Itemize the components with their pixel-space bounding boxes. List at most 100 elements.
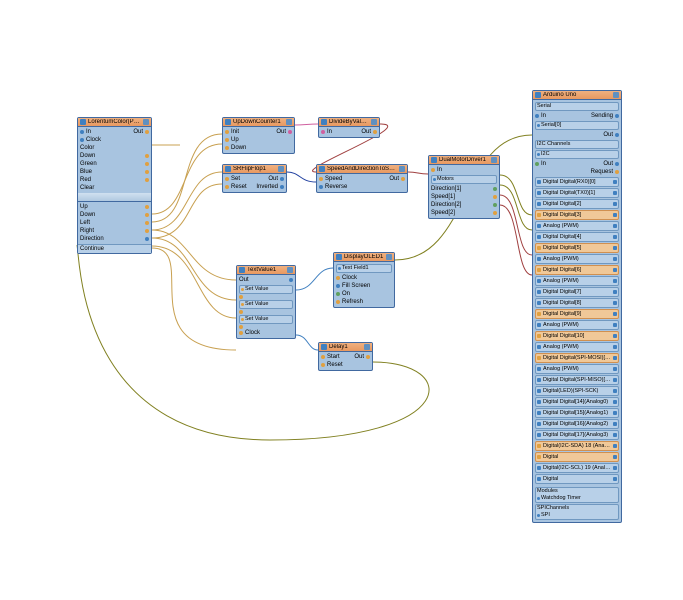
pin-icon[interactable] — [613, 202, 617, 206]
pin-icon[interactable] — [613, 411, 617, 415]
node-arduino-uno[interactable]: Arduino Uno Serial InSending Serial[0] O… — [532, 90, 622, 523]
pin-icon[interactable] — [537, 345, 541, 349]
settings-icon[interactable] — [386, 254, 392, 260]
output-pin[interactable] — [401, 177, 405, 181]
pin-icon[interactable] — [537, 235, 541, 239]
node-delay[interactable]: Delay1 StartOut Reset — [318, 342, 373, 371]
input-pin[interactable] — [239, 295, 243, 299]
pin-icon[interactable] — [613, 466, 617, 470]
input-pin[interactable] — [319, 185, 323, 189]
pin-icon[interactable] — [613, 477, 617, 481]
arduino-digital-row[interactable]: Analog (PWM) — [535, 364, 619, 374]
pin-icon[interactable] — [537, 422, 541, 426]
input-pin[interactable] — [225, 138, 229, 142]
arduino-digital-row[interactable]: Digital — [535, 474, 619, 484]
arduino-digital-row[interactable]: Digital Digital[7] — [535, 287, 619, 297]
pin-icon[interactable] — [537, 433, 541, 437]
input-pin[interactable] — [336, 276, 340, 280]
pin-icon[interactable] — [613, 312, 617, 316]
pin-icon[interactable] — [537, 246, 541, 250]
pin-icon[interactable] — [613, 422, 617, 426]
output-pin[interactable] — [280, 185, 284, 189]
arduino-digital-row[interactable]: Digital Digital[14](Analog0) — [535, 397, 619, 407]
settings-icon[interactable] — [491, 157, 497, 163]
arduino-digital-row[interactable]: Digital Digital[3] — [535, 210, 619, 220]
pin-icon[interactable] — [537, 378, 541, 382]
pin-icon[interactable] — [613, 180, 617, 184]
settings-icon[interactable] — [286, 119, 292, 125]
settings-icon[interactable] — [143, 119, 149, 125]
pin-icon[interactable] — [613, 323, 617, 327]
input-pin[interactable] — [321, 355, 325, 359]
input-pin[interactable] — [336, 284, 340, 288]
pin-icon[interactable] — [613, 246, 617, 250]
pin-icon[interactable] — [613, 224, 617, 228]
arduino-digital-row[interactable]: Digital Digital(SPI-MOSI)[11] — [535, 353, 619, 363]
arduino-digital-row[interactable]: Analog (PWM) — [535, 320, 619, 330]
input-pin[interactable] — [225, 146, 229, 150]
pin-icon[interactable] — [613, 213, 617, 217]
input-pin[interactable] — [336, 300, 340, 304]
arduino-digital-row[interactable]: Digital(I2C-SCL) 19 (Analog5) — [535, 463, 619, 473]
output-pin[interactable] — [145, 237, 149, 241]
pin-icon[interactable] — [537, 444, 541, 448]
arduino-digital-row[interactable]: Digital Digital[15](Analog1) — [535, 408, 619, 418]
output-pin[interactable] — [615, 114, 619, 118]
input-pin[interactable] — [239, 310, 243, 314]
output-pin[interactable] — [145, 170, 149, 174]
output-pin[interactable] — [493, 187, 497, 191]
pin-icon[interactable] — [537, 290, 541, 294]
settings-icon[interactable] — [364, 344, 370, 350]
pin-icon[interactable] — [537, 213, 541, 217]
arduino-digital-row[interactable]: Digital Digital(RX0)[0] — [535, 177, 619, 187]
diagram-canvas[interactable]: LorentumColor(Pixmap)1 InOut Clock Color… — [0, 0, 683, 600]
pin-icon[interactable] — [537, 466, 541, 470]
arduino-digital-row[interactable]: Digital — [535, 452, 619, 462]
pin-icon[interactable] — [613, 301, 617, 305]
pin-icon[interactable] — [613, 334, 617, 338]
output-pin[interactable] — [493, 211, 497, 215]
arduino-digital-row[interactable]: Digital Digital(TX0)[1] — [535, 188, 619, 198]
pin-icon[interactable] — [537, 389, 541, 393]
arduino-digital-row[interactable]: Digital Digital[9] — [535, 309, 619, 319]
arduino-digital-row[interactable]: Analog (PWM) — [535, 221, 619, 231]
settings-icon[interactable] — [278, 166, 284, 172]
input-pin[interactable] — [321, 363, 325, 367]
pin-icon[interactable] — [613, 191, 617, 195]
node-sr-flipflop[interactable]: SRFlipFlop1 SetOut ResetInverted — [222, 164, 287, 193]
arduino-digital-row[interactable]: Digital(I2C-SDA) 18 (Analog4) — [535, 441, 619, 451]
input-pin[interactable] — [225, 130, 229, 134]
node-display-oled[interactable]: DisplayOLED1 Text Field1 Clock Fill Scre… — [333, 252, 395, 308]
output-pin[interactable] — [289, 278, 293, 282]
pin-icon[interactable] — [537, 323, 541, 327]
output-pin[interactable] — [145, 213, 149, 217]
pin-icon[interactable] — [537, 477, 541, 481]
output-pin[interactable] — [145, 229, 149, 233]
arduino-digital-row[interactable]: Digital Digital[17](Analog3) — [535, 430, 619, 440]
pin-icon[interactable] — [613, 257, 617, 261]
pin-icon[interactable] — [613, 389, 617, 393]
input-pin[interactable] — [535, 162, 539, 166]
pin-icon[interactable] — [613, 290, 617, 294]
output-pin[interactable] — [145, 178, 149, 182]
settings-icon[interactable] — [399, 166, 405, 172]
pin-icon[interactable] — [537, 411, 541, 415]
node-updown-counter[interactable]: UpDownCounter1 InitOut Up Down — [222, 117, 295, 154]
output-pin[interactable] — [288, 130, 292, 134]
pin-icon[interactable] — [537, 191, 541, 195]
arduino-digital-row[interactable]: Digital Digital(SPI-MISO)[12] — [535, 375, 619, 385]
pin-icon[interactable] — [613, 279, 617, 283]
pin-icon[interactable] — [537, 367, 541, 371]
output-pin[interactable] — [145, 154, 149, 158]
input-pin[interactable] — [321, 130, 325, 134]
input-pin[interactable] — [535, 114, 539, 118]
arduino-digital-row[interactable]: Digital Digital[5] — [535, 243, 619, 253]
arduino-digital-row[interactable]: Digital Digital[8] — [535, 298, 619, 308]
pin-icon[interactable] — [537, 279, 541, 283]
pin-icon[interactable] — [613, 345, 617, 349]
arduino-digital-row[interactable]: Analog (PWM) — [535, 254, 619, 264]
input-pin[interactable] — [239, 331, 243, 335]
node-speed-direction[interactable]: SpeedAndDirectionToSpeed1 SpeedOut Rever… — [316, 164, 408, 193]
input-pin[interactable] — [80, 130, 84, 134]
output-pin[interactable] — [493, 195, 497, 199]
